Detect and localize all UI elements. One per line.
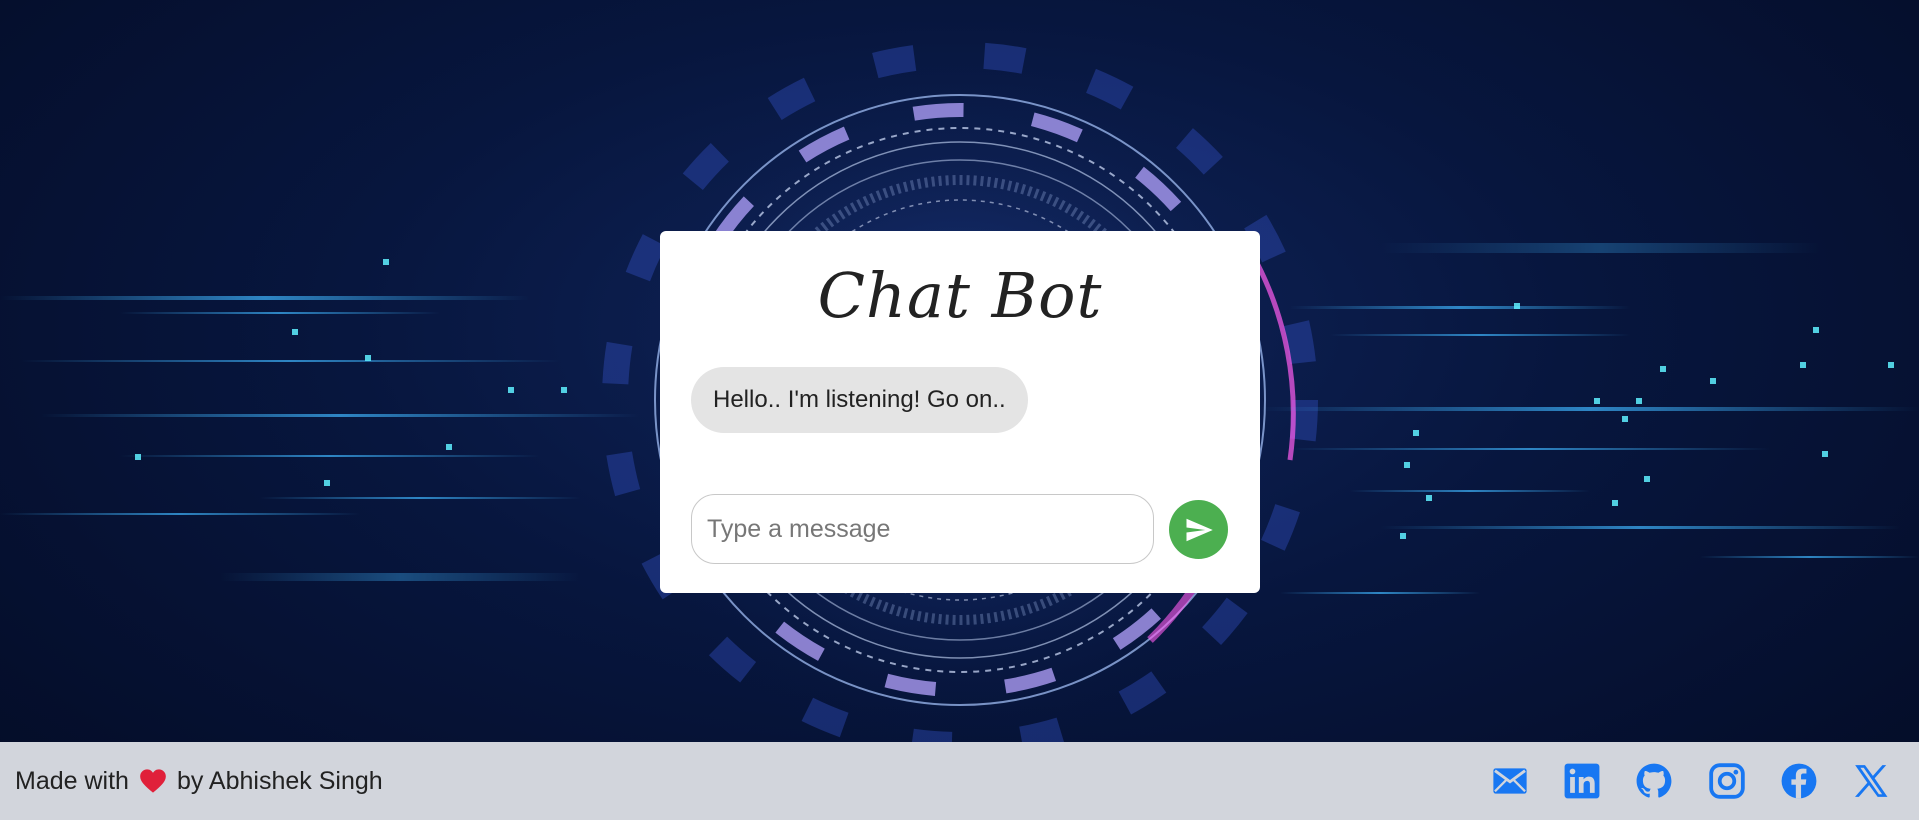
author-text: by Abhishek Singh xyxy=(176,766,383,795)
heart-icon xyxy=(139,768,167,794)
instagram-icon xyxy=(1709,763,1745,799)
linkedin-icon xyxy=(1564,763,1600,799)
send-button[interactable] xyxy=(1169,500,1228,559)
message-input[interactable] xyxy=(691,494,1154,564)
instagram-link[interactable] xyxy=(1708,762,1746,800)
linkedin-link[interactable] xyxy=(1563,762,1601,800)
email-icon xyxy=(1493,768,1527,794)
chat-window: Chat Bot Hello.. I'm listening! Go on.. xyxy=(660,231,1260,593)
x-icon xyxy=(1855,765,1888,797)
send-icon xyxy=(1186,518,1213,541)
chat-title: Chat Bot xyxy=(817,259,1103,332)
github-icon xyxy=(1636,763,1672,798)
email-link[interactable] xyxy=(1491,762,1529,800)
facebook-link[interactable] xyxy=(1780,762,1818,800)
bot-message-text: Hello.. I'm listening! Go on.. xyxy=(713,386,1006,413)
github-link[interactable] xyxy=(1635,762,1673,800)
bot-message-bubble: Hello.. I'm listening! Go on.. xyxy=(691,367,1028,433)
made-with-text: Made with xyxy=(15,766,129,795)
footer: Made with by Abhishek Singh xyxy=(0,742,1919,820)
facebook-icon xyxy=(1781,763,1817,799)
footer-credit: Made with by Abhishek Singh xyxy=(15,742,383,820)
x-link[interactable] xyxy=(1852,762,1890,800)
